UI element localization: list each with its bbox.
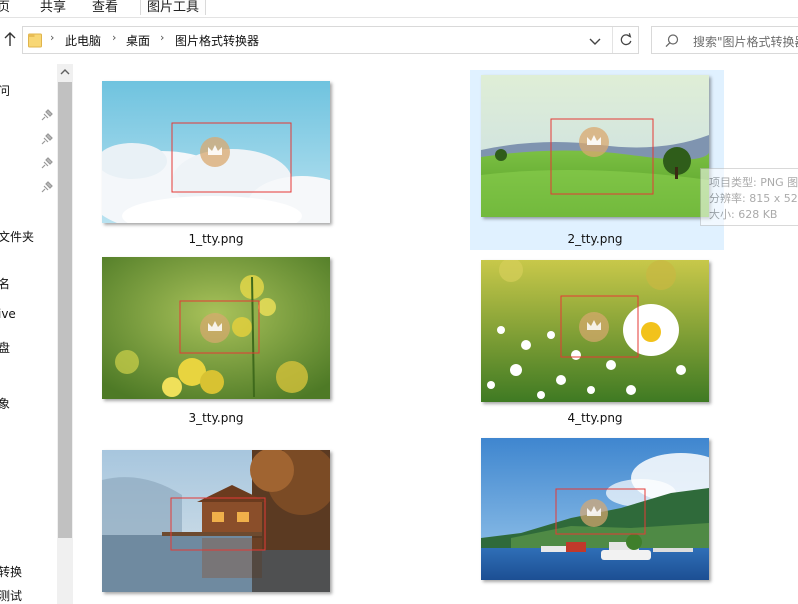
file-view: 1_tty.png 2_tty.png 3_tty.png 4_tty.png … bbox=[74, 60, 798, 604]
file-name[interactable]: 1_tty.png bbox=[102, 232, 330, 246]
file-tile-selected[interactable]: 2_tty.png bbox=[470, 70, 734, 251]
tab-share[interactable]: 共享 bbox=[40, 0, 66, 15]
pin-icon bbox=[41, 109, 53, 121]
tab-view[interactable]: 查看 bbox=[92, 0, 118, 15]
image-thumbnail bbox=[481, 438, 709, 580]
breadcrumb-this-pc[interactable]: 此电脑 bbox=[65, 32, 101, 49]
navigation-pane: 问 文件夹 名 ive 盘 象 转换 测试 bbox=[0, 60, 58, 604]
image-thumbnail bbox=[481, 260, 709, 402]
breadcrumb-separator-icon[interactable]: › bbox=[112, 31, 116, 44]
address-row: › 此电脑 › 桌面 › 图片格式转换器 搜索"图片格式转换器 bbox=[0, 18, 798, 60]
refresh-icon[interactable] bbox=[612, 27, 639, 53]
pin-icon bbox=[41, 157, 53, 169]
breadcrumb-desktop[interactable]: 桌面 bbox=[126, 32, 150, 49]
nav-item-onedrive[interactable]: ive bbox=[0, 307, 16, 321]
file-name[interactable]: 4_tty.png bbox=[481, 411, 709, 425]
image-thumbnail bbox=[102, 81, 330, 223]
file-tile[interactable] bbox=[102, 450, 356, 600]
ribbon-tabs: 页 共享 查看 图片工具 bbox=[0, 0, 798, 18]
search-placeholder: 搜索"图片格式转换器 bbox=[693, 35, 798, 49]
file-info-tooltip: 项目类型: PNG 图 分辨率: 815 x 52 大小: 628 KB bbox=[700, 168, 798, 226]
tooltip-size: 大小: 628 KB bbox=[709, 208, 778, 221]
search-input[interactable]: 搜索"图片格式转换器 bbox=[651, 26, 798, 54]
nav-item-disk[interactable]: 盘 bbox=[0, 339, 10, 356]
file-tile[interactable] bbox=[481, 438, 735, 598]
breadcrumb-separator-icon[interactable]: › bbox=[160, 31, 164, 44]
pin-icon bbox=[41, 133, 53, 145]
tab-picture-tools[interactable]: 图片工具 bbox=[140, 0, 207, 15]
pin-icon bbox=[41, 181, 53, 193]
address-bar[interactable]: › 此电脑 › 桌面 › 图片格式转换器 bbox=[22, 26, 639, 54]
file-name[interactable]: 2_tty.png bbox=[481, 232, 709, 246]
up-arrow-icon[interactable] bbox=[3, 31, 17, 47]
file-tile[interactable]: 1_tty.png bbox=[102, 81, 356, 251]
image-thumbnail bbox=[481, 75, 709, 217]
nav-item-named[interactable]: 名 bbox=[0, 275, 10, 292]
file-tile[interactable]: 4_tty.png bbox=[481, 260, 735, 432]
nav-item-quick-access[interactable]: 问 bbox=[0, 82, 10, 99]
tooltip-resolution: 分辨率: 815 x 52 bbox=[709, 192, 798, 205]
nav-item-objects[interactable]: 象 bbox=[0, 395, 10, 412]
chevron-down-icon[interactable] bbox=[584, 32, 606, 50]
folder-icon bbox=[28, 33, 42, 48]
tooltip-type: 项目类型: PNG 图 bbox=[709, 176, 798, 189]
search-icon bbox=[665, 34, 679, 48]
nav-item-folders[interactable]: 文件夹 bbox=[0, 228, 34, 245]
scroll-up-icon[interactable] bbox=[57, 64, 73, 80]
tab-home[interactable]: 页 bbox=[0, 0, 10, 15]
breadcrumb-separator-icon[interactable]: › bbox=[50, 31, 54, 44]
image-thumbnail bbox=[102, 450, 330, 592]
breadcrumb-current-folder[interactable]: 图片格式转换器 bbox=[175, 32, 259, 49]
nav-item-converter[interactable]: 转换 bbox=[0, 563, 22, 580]
scrollbar-thumb[interactable] bbox=[58, 82, 72, 538]
vertical-scrollbar[interactable] bbox=[57, 64, 73, 604]
nav-item-test[interactable]: 测试 bbox=[0, 587, 22, 604]
file-name[interactable]: 3_tty.png bbox=[102, 411, 330, 425]
image-thumbnail bbox=[102, 257, 330, 399]
file-tile[interactable]: 3_tty.png bbox=[102, 257, 356, 432]
